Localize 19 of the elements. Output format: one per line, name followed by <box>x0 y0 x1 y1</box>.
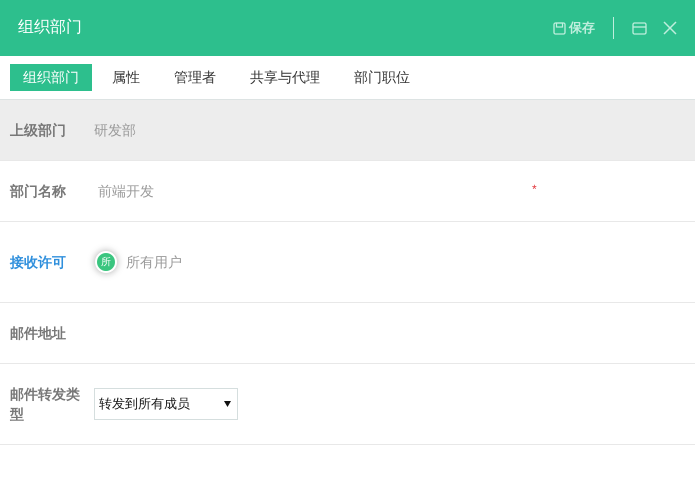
close-button[interactable] <box>663 21 677 35</box>
caret-icon <box>224 401 231 407</box>
window-title: 组织部门 <box>18 18 82 38</box>
tab[interactable]: 管理者 <box>160 64 230 91</box>
input-field[interactable]: 前端开发 <box>94 176 524 206</box>
tab[interactable]: 属性 <box>98 64 154 91</box>
field-label: 部门名称 <box>10 182 67 201</box>
tab[interactable]: 共享与代理 <box>236 64 334 91</box>
field-label: 接收许可 <box>10 253 67 272</box>
field-label: 邮件地址 <box>10 324 67 343</box>
maximize-button[interactable] <box>632 22 647 34</box>
tab[interactable]: 部门职位 <box>340 64 424 91</box>
user-avatar: 所 <box>95 251 117 273</box>
field-value: 研发部 <box>94 120 136 140</box>
field-label: 上级部门 <box>10 121 67 140</box>
field-label: 邮件转发类型 <box>10 385 81 424</box>
dropdown[interactable]: 转发到所有成员 <box>94 388 238 420</box>
user-name: 所有用户 <box>126 252 182 272</box>
required-mark: * <box>532 181 537 198</box>
